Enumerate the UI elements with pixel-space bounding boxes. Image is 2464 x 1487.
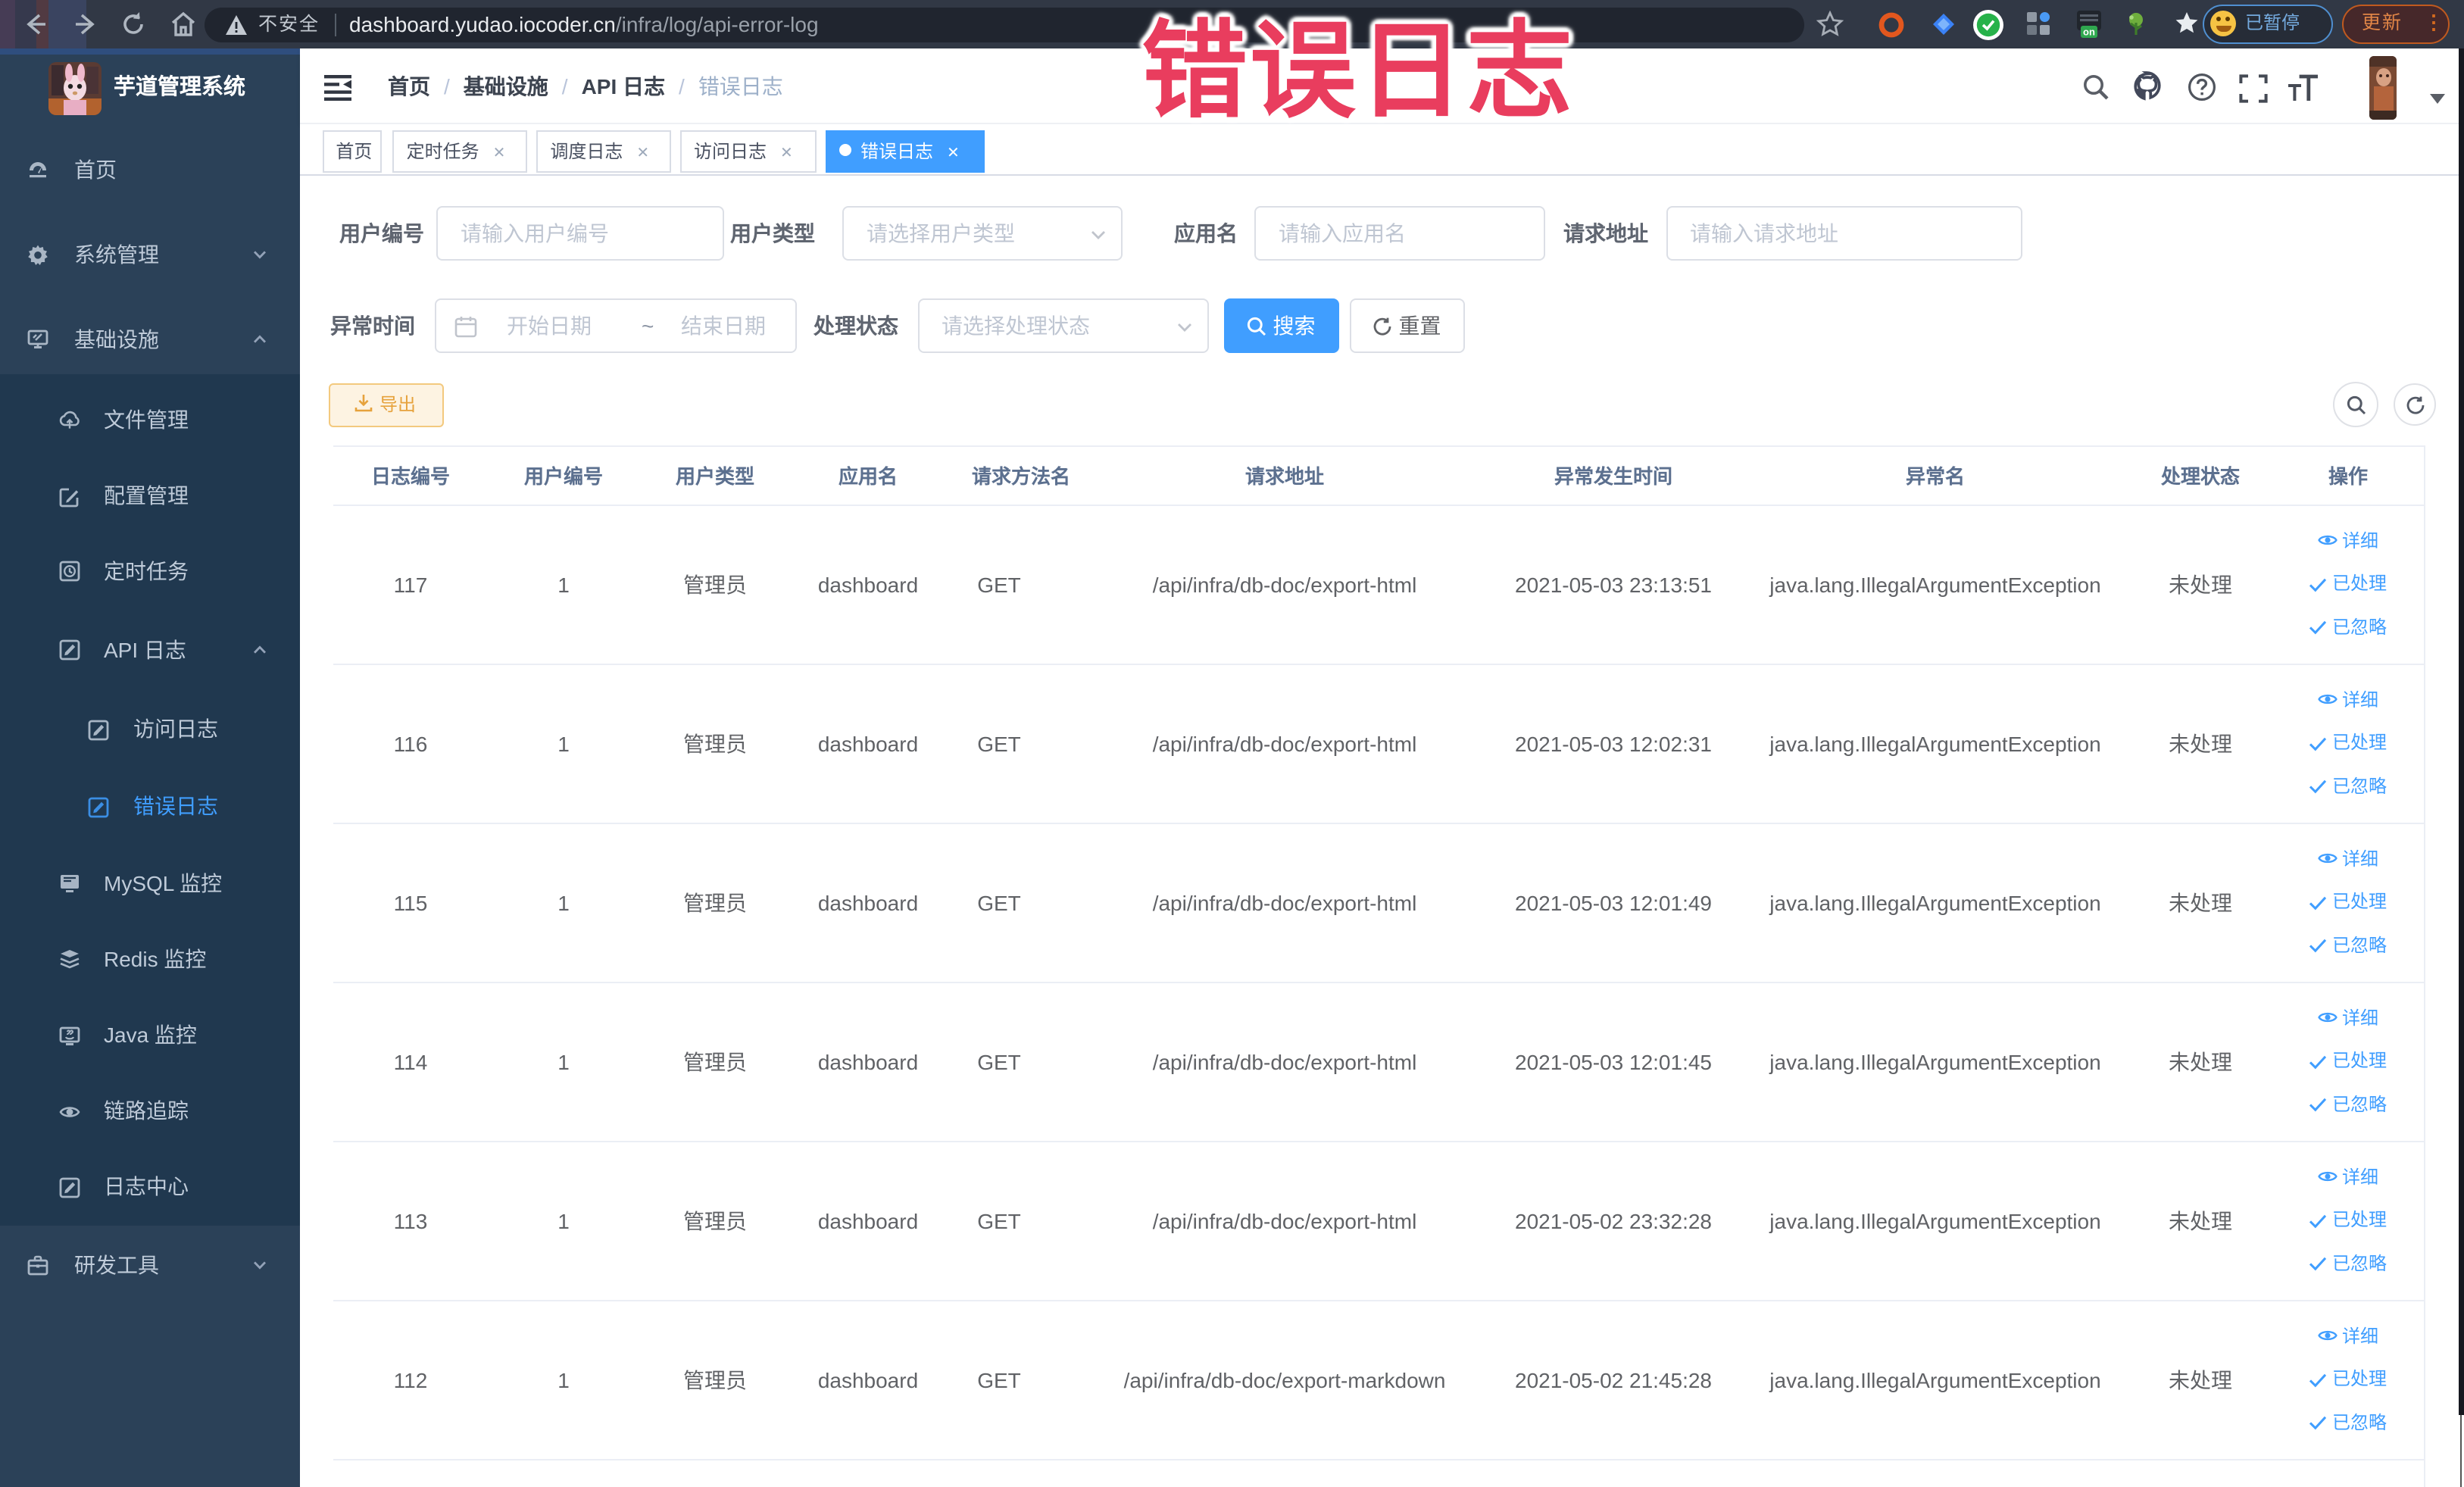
svg-text:on: on xyxy=(2083,27,2095,38)
